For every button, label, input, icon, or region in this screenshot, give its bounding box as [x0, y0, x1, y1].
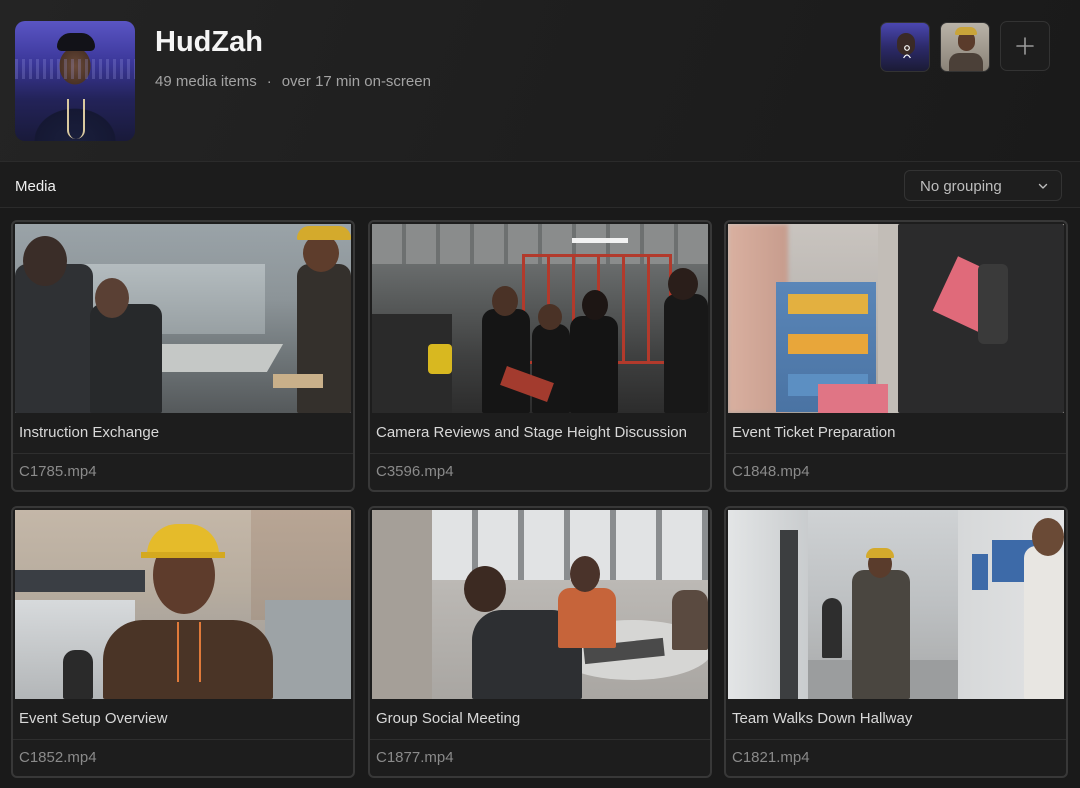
media-card[interactable]: Event Ticket Preparation C1848.mp4 — [724, 220, 1068, 492]
plus-icon — [1016, 37, 1034, 55]
media-thumbnail[interactable] — [372, 224, 708, 413]
media-card[interactable]: Team Walks Down Hallway C1821.mp4 — [724, 506, 1068, 778]
media-count: 49 media items — [155, 73, 257, 90]
face-thumbnail-1[interactable] — [880, 22, 930, 72]
media-card[interactable]: Camera Reviews and Stage Height Discussi… — [368, 220, 712, 492]
media-card[interactable]: Event Setup Overview C1852.mp4 — [11, 506, 355, 778]
media-filename: C1877.mp4 — [376, 749, 454, 766]
media-title: Team Walks Down Hallway — [732, 710, 913, 727]
profile-header: HudZah 49 media items · over 17 min on-s… — [0, 0, 1080, 162]
media-thumbnail[interactable] — [15, 224, 351, 413]
media-title: Group Social Meeting — [376, 710, 521, 727]
chevron-down-icon — [1038, 183, 1048, 189]
media-title: Event Setup Overview — [19, 710, 168, 727]
media-filename: C3596.mp4 — [376, 463, 454, 480]
profile-name: HudZah — [155, 26, 263, 58]
section-title: Media — [15, 178, 56, 195]
media-card[interactable]: Group Social Meeting C1877.mp4 — [368, 506, 712, 778]
face-thumbnail-2[interactable] — [940, 22, 990, 72]
meta-separator: · — [266, 73, 272, 90]
grouping-value: No grouping — [920, 178, 1002, 195]
media-card[interactable]: Instruction Exchange C1785.mp4 — [11, 220, 355, 492]
onscreen-time: over 17 min on-screen — [281, 73, 431, 90]
media-filename: C1785.mp4 — [19, 463, 97, 480]
person-icon — [903, 45, 911, 59]
media-thumbnail[interactable] — [728, 224, 1064, 413]
media-thumbnail[interactable] — [15, 510, 351, 699]
media-thumbnail[interactable] — [372, 510, 708, 699]
media-filename: C1852.mp4 — [19, 749, 97, 766]
media-title: Instruction Exchange — [19, 424, 160, 441]
media-title: Camera Reviews and Stage Height Discussi… — [376, 424, 687, 441]
add-face-button[interactable] — [1000, 21, 1050, 71]
media-title: Event Ticket Preparation — [732, 424, 896, 441]
grouping-select[interactable]: No grouping — [904, 170, 1062, 201]
media-filename: C1821.mp4 — [732, 749, 810, 766]
profile-avatar — [15, 21, 135, 141]
media-thumbnail[interactable] — [728, 510, 1064, 699]
media-filename: C1848.mp4 — [732, 463, 810, 480]
profile-meta: 49 media items · over 17 min on-screen — [155, 73, 431, 90]
